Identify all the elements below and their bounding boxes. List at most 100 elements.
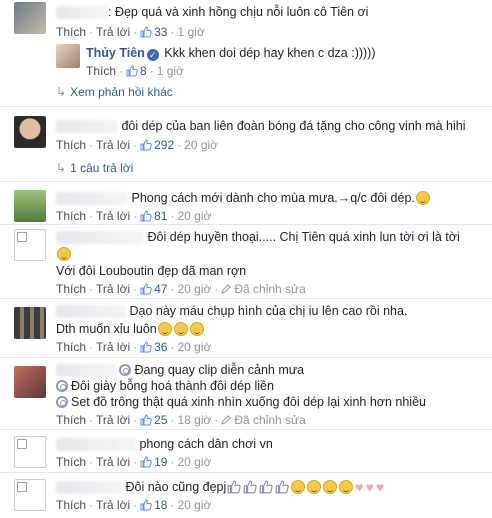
thumbs-up-icon	[140, 499, 152, 511]
like-link[interactable]: Thích	[86, 64, 116, 78]
like-count[interactable]: 81	[154, 209, 167, 223]
comment-text: : Đẹp quá và xinh hồng chịu nỗi luôn cô …	[108, 5, 369, 19]
like-count[interactable]: 8	[140, 64, 147, 78]
spiral-emoji-icon	[56, 396, 68, 408]
comment-text: Đôi giày bỗng hoá thành đôi dép liền	[71, 379, 274, 393]
heart-emoji-icon: ♥	[355, 479, 364, 495]
timestamp[interactable]: 20 giờ	[177, 209, 211, 223]
commenter-name[interactable]	[56, 305, 126, 319]
grinning-emoji-icon	[323, 480, 338, 494]
reply-arrow-icon: ↳	[56, 85, 67, 99]
reply-link[interactable]: Trả lời	[96, 498, 130, 512]
avatar[interactable]	[14, 307, 46, 339]
thumbs-up-icon	[140, 139, 152, 151]
comment-text: Set đồ trông thật quá xinh nhìn xuống đô…	[71, 395, 426, 409]
thumbs-up-icon	[126, 65, 138, 77]
thumbs-up-emoji-icon	[227, 480, 241, 494]
edit-pen-icon	[221, 415, 232, 425]
commenter-name[interactable]	[56, 120, 118, 134]
timestamp[interactable]: 20 giờ	[184, 138, 218, 152]
like-link[interactable]: Thích	[56, 209, 86, 223]
view-replies-link[interactable]: ↳ 1 câu trả lời	[56, 160, 133, 176]
commenter-name[interactable]	[56, 364, 116, 378]
avatar[interactable]	[14, 479, 46, 511]
more-replies-link[interactable]: ↳ Xem phản hồi khác	[56, 84, 173, 100]
avatar[interactable]	[14, 2, 46, 34]
like-count[interactable]: 47	[154, 282, 167, 296]
thumbs-up-icon	[140, 210, 152, 222]
comment-text: Đôi nào cũng đẹpj	[125, 480, 227, 494]
thumbs-up-emoji-icon	[259, 480, 273, 494]
like-link[interactable]: Thích	[56, 138, 86, 152]
spiral-emoji-icon	[119, 364, 132, 376]
timestamp[interactable]: 18 giờ	[177, 413, 211, 427]
thumbs-up-icon	[140, 414, 152, 426]
comment-text: Đôi dép huyền thoại..... Chị Tiên quá xi…	[147, 230, 460, 244]
thumbs-up-emoji-icon	[275, 480, 289, 494]
divider	[0, 106, 492, 107]
comment-text: phong cách dân chơi vn	[139, 437, 273, 451]
commenter-name[interactable]	[56, 6, 108, 20]
reply-link[interactable]: Trả lời	[96, 455, 130, 469]
spiral-emoji-icon	[56, 380, 68, 392]
timestamp[interactable]: 20 giờ	[177, 282, 211, 296]
edited-label[interactable]: Đã chỉnh sửa	[234, 413, 305, 427]
commenter-name[interactable]	[56, 192, 128, 206]
thumbs-up-icon	[140, 341, 152, 353]
laughing-emoji-icon	[173, 322, 188, 336]
commenter-name[interactable]	[56, 481, 122, 495]
avatar[interactable]	[56, 44, 80, 68]
like-count[interactable]: 292	[154, 138, 174, 152]
comment-text: đôi dép của ban liên đoàn bóng đá tặng c…	[121, 119, 466, 133]
avatar[interactable]	[14, 190, 46, 222]
edited-label[interactable]: Đã chỉnh sửa	[234, 282, 305, 296]
timestamp[interactable]: 1 giờ	[157, 64, 184, 78]
like-count[interactable]: 33	[154, 25, 167, 39]
reply-link[interactable]: Trả lời	[96, 209, 130, 223]
divider	[0, 429, 492, 430]
reply-link[interactable]: Trả lời	[96, 25, 130, 39]
reply-link[interactable]: Trả lời	[96, 282, 130, 296]
grinning-emoji-icon	[307, 480, 322, 494]
edit-pen-icon	[221, 284, 232, 294]
comment-text: Dth muốn xỉu luôn	[56, 322, 157, 336]
like-link[interactable]: Thích	[56, 25, 86, 39]
avatar[interactable]	[14, 116, 46, 148]
like-count[interactable]: 19	[154, 455, 167, 469]
commenter-name[interactable]: Thủy Tiên	[86, 46, 145, 60]
like-count[interactable]: 25	[154, 413, 167, 427]
grinning-emoji-icon	[291, 480, 306, 494]
reply-link[interactable]: Trả lời	[96, 413, 130, 427]
timestamp[interactable]: 20 giờ	[177, 340, 211, 354]
like-count[interactable]: 18	[154, 498, 167, 512]
divider	[0, 472, 492, 473]
thumbs-up-emoji-icon	[243, 480, 257, 494]
timestamp[interactable]: 20 giờ	[177, 498, 211, 512]
like-link[interactable]: Thích	[56, 340, 86, 354]
commenter-name[interactable]	[56, 438, 136, 452]
like-count[interactable]: 36	[154, 340, 167, 354]
avatar[interactable]	[14, 229, 46, 261]
heart-emoji-icon: ♥	[375, 479, 385, 495]
laughing-emoji-icon	[189, 322, 204, 336]
thumbs-up-icon	[140, 456, 152, 468]
divider	[0, 224, 492, 225]
verified-badge-icon: ✓	[146, 49, 159, 61]
divider	[0, 357, 492, 358]
like-link[interactable]: Thích	[56, 498, 86, 512]
divider	[0, 298, 492, 299]
like-link[interactable]: Thích	[56, 413, 86, 427]
timestamp[interactable]: 20 giờ	[177, 455, 211, 469]
timestamp[interactable]: 1 giờ	[177, 25, 204, 39]
avatar[interactable]	[14, 366, 46, 398]
comment-text: Với đôi Louboutin đẹp dã man rợn	[56, 264, 247, 278]
like-link[interactable]: Thích	[56, 282, 86, 296]
comment-text: Phong cách mới dành cho mùa mưa.→q/c đôi…	[131, 191, 415, 205]
commenter-name[interactable]	[56, 231, 144, 245]
reply-link[interactable]: Trả lời	[96, 340, 130, 354]
heart-emoji-icon: ♥	[365, 479, 374, 495]
like-link[interactable]: Thích	[56, 455, 86, 469]
reply-link[interactable]: Trả lời	[96, 138, 130, 152]
avatar[interactable]	[14, 436, 46, 468]
divider	[0, 181, 492, 182]
